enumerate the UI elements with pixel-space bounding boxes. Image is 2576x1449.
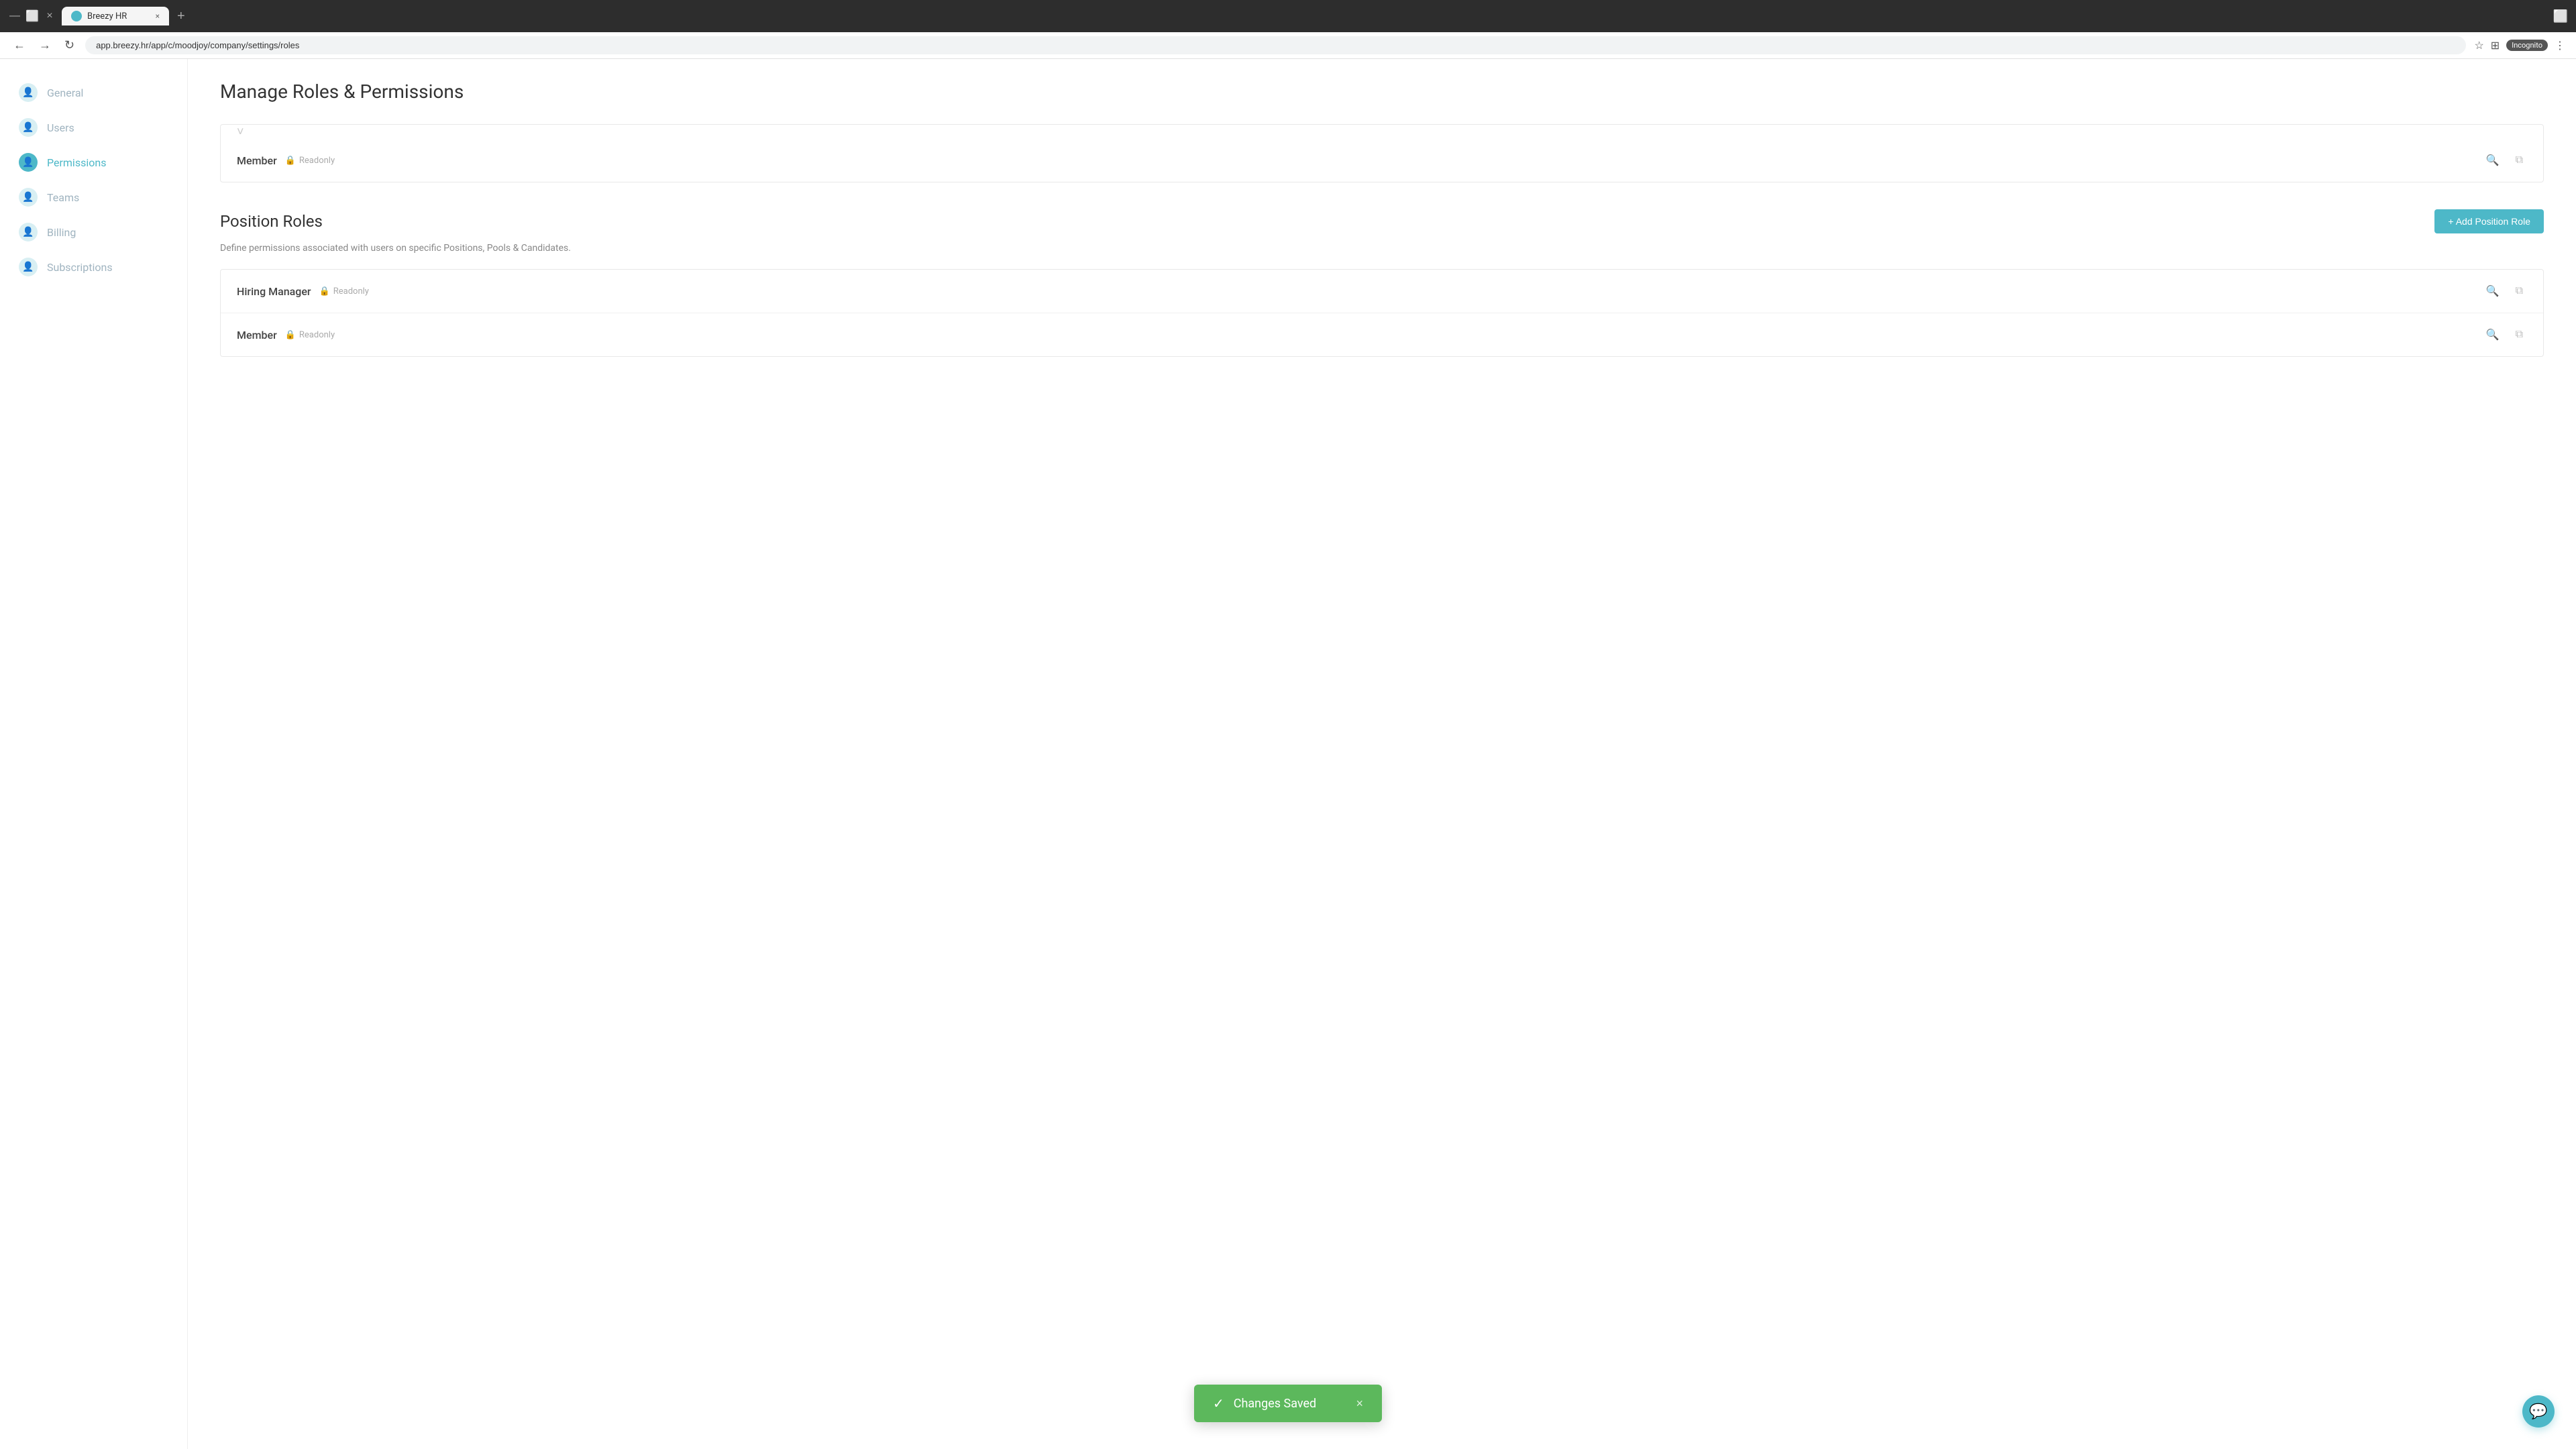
add-position-role-button[interactable]: + Add Position Role [2434,209,2544,233]
incognito-badge: Incognito [2506,40,2548,51]
main-content: Manage Roles & Permissions ˅ Member 🔒 Re… [188,59,2576,1449]
tab-bar: Breezy HR × + [62,6,2548,27]
sidebar: 👤 General 👤 Users 👤 Permissions 👤 Teams … [0,59,188,1449]
position-member-name: Member [237,329,277,341]
toast-check-icon: ✓ [1213,1395,1224,1411]
sidebar-label-teams: Teams [47,191,79,204]
close-window-button[interactable]: × [43,9,56,23]
section-header: Position Roles + Add Position Role [220,204,2544,233]
hiring-manager-row: Hiring Manager 🔒 Readonly 🔍 ⧉ [221,270,2543,313]
sidebar-label-billing: Billing [47,226,76,239]
billing-icon: 👤 [19,223,38,241]
position-member-row: Member 🔒 Readonly 🔍 ⧉ [221,313,2543,356]
partial-role-card: ˅ Member 🔒 Readonly 🔍 ⧉ [220,124,2544,182]
browser-actions: ⬜ [2553,9,2568,23]
url-input[interactable] [85,36,2466,54]
active-tab[interactable]: Breezy HR × [62,7,169,25]
tab-close-button[interactable]: × [156,11,160,21]
partial-badge-label: Readonly [299,156,335,166]
hiring-manager-badge: 🔒 Readonly [319,286,369,297]
general-icon: 👤 [19,83,38,102]
position-member-actions: 🔍 ⧉ [2482,325,2527,344]
sidebar-item-users[interactable]: 👤 Users [0,110,187,145]
window-toggle-button[interactable]: ⬜ [2553,9,2568,23]
partial-role-badge: 🔒 Readonly [285,156,335,166]
tab-favicon [71,11,82,21]
chat-icon: 💬 [2529,1403,2547,1420]
back-button[interactable]: ← [11,36,28,55]
partial-role-name: Member [237,154,277,167]
lock-icon: 🔒 [285,156,296,166]
minimize-button[interactable]: — [8,9,21,23]
position-member-copy-button[interactable]: ⧉ [2512,325,2527,344]
browser-chrome: — ⬜ × Breezy HR × + ⬜ [0,0,2576,32]
browser-window-controls: — ⬜ × [8,9,56,23]
tab-title: Breezy HR [87,11,127,21]
partial-chevron-icon: ˅ [221,113,260,151]
permissions-icon: 👤 [19,153,38,172]
changes-saved-toast: ✓ Changes Saved × [1194,1385,1382,1422]
bookmark-icon[interactable]: ☆ [2474,39,2483,52]
hiring-manager-badge-label: Readonly [333,286,369,297]
position-roles-section: Position Roles + Add Position Role Defin… [220,204,2544,357]
hiring-manager-lock-icon: 🔒 [319,286,330,297]
sidebar-label-users: Users [47,121,74,134]
toast-overlay: ✓ Changes Saved × [1194,1385,1382,1422]
address-bar: ← → ↻ ☆ ⊞ Incognito ⋮ [0,32,2576,59]
toast-close-button[interactable]: × [1356,1397,1363,1411]
extensions-icon[interactable]: ⊞ [2491,39,2500,52]
section-description: Define permissions associated with users… [220,241,2544,256]
partial-member-row: Member 🔒 Readonly 🔍 ⧉ [221,139,2543,182]
forward-button[interactable]: → [36,36,54,55]
position-member-badge: 🔒 Readonly [285,330,335,340]
new-tab-button[interactable]: + [172,6,191,27]
toast-message: Changes Saved [1234,1397,1316,1411]
partial-copy-button[interactable]: ⧉ [2512,151,2527,170]
sidebar-label-permissions: Permissions [47,156,106,169]
sidebar-item-subscriptions[interactable]: 👤 Subscriptions [0,250,187,284]
sidebar-item-billing[interactable]: 👤 Billing [0,215,187,250]
sidebar-item-teams[interactable]: 👤 Teams [0,180,187,215]
browser-menu-icon[interactable]: ⋮ [2555,39,2565,52]
sidebar-item-permissions[interactable]: 👤 Permissions [0,145,187,180]
sidebar-label-subscriptions: Subscriptions [47,261,113,274]
partial-search-button[interactable]: 🔍 [2482,151,2504,170]
position-member-search-button[interactable]: 🔍 [2482,325,2504,344]
position-roles-card: Hiring Manager 🔒 Readonly 🔍 ⧉ Member 🔒 [220,269,2544,357]
partial-role-actions: 🔍 ⧉ [2482,151,2527,170]
hiring-manager-actions: 🔍 ⧉ [2482,282,2527,301]
position-member-badge-label: Readonly [299,330,335,340]
hiring-manager-copy-button[interactable]: ⧉ [2512,282,2527,301]
chat-button[interactable]: 💬 [2522,1395,2555,1428]
teams-icon: 👤 [19,188,38,207]
app-layout: 👤 General 👤 Users 👤 Permissions 👤 Teams … [0,59,2576,1449]
sidebar-label-general: General [47,87,83,99]
subscriptions-icon: 👤 [19,258,38,276]
sidebar-item-general[interactable]: 👤 General [0,75,187,110]
users-icon: 👤 [19,118,38,137]
section-title: Position Roles [220,212,323,231]
hiring-manager-name: Hiring Manager [237,285,311,298]
page-title: Manage Roles & Permissions [220,80,2544,103]
address-bar-actions: ☆ ⊞ Incognito ⋮ [2474,39,2565,52]
hiring-manager-search-button[interactable]: 🔍 [2482,282,2504,301]
position-member-lock-icon: 🔒 [285,330,296,340]
maximize-button[interactable]: ⬜ [25,9,39,23]
refresh-button[interactable]: ↻ [62,36,77,55]
